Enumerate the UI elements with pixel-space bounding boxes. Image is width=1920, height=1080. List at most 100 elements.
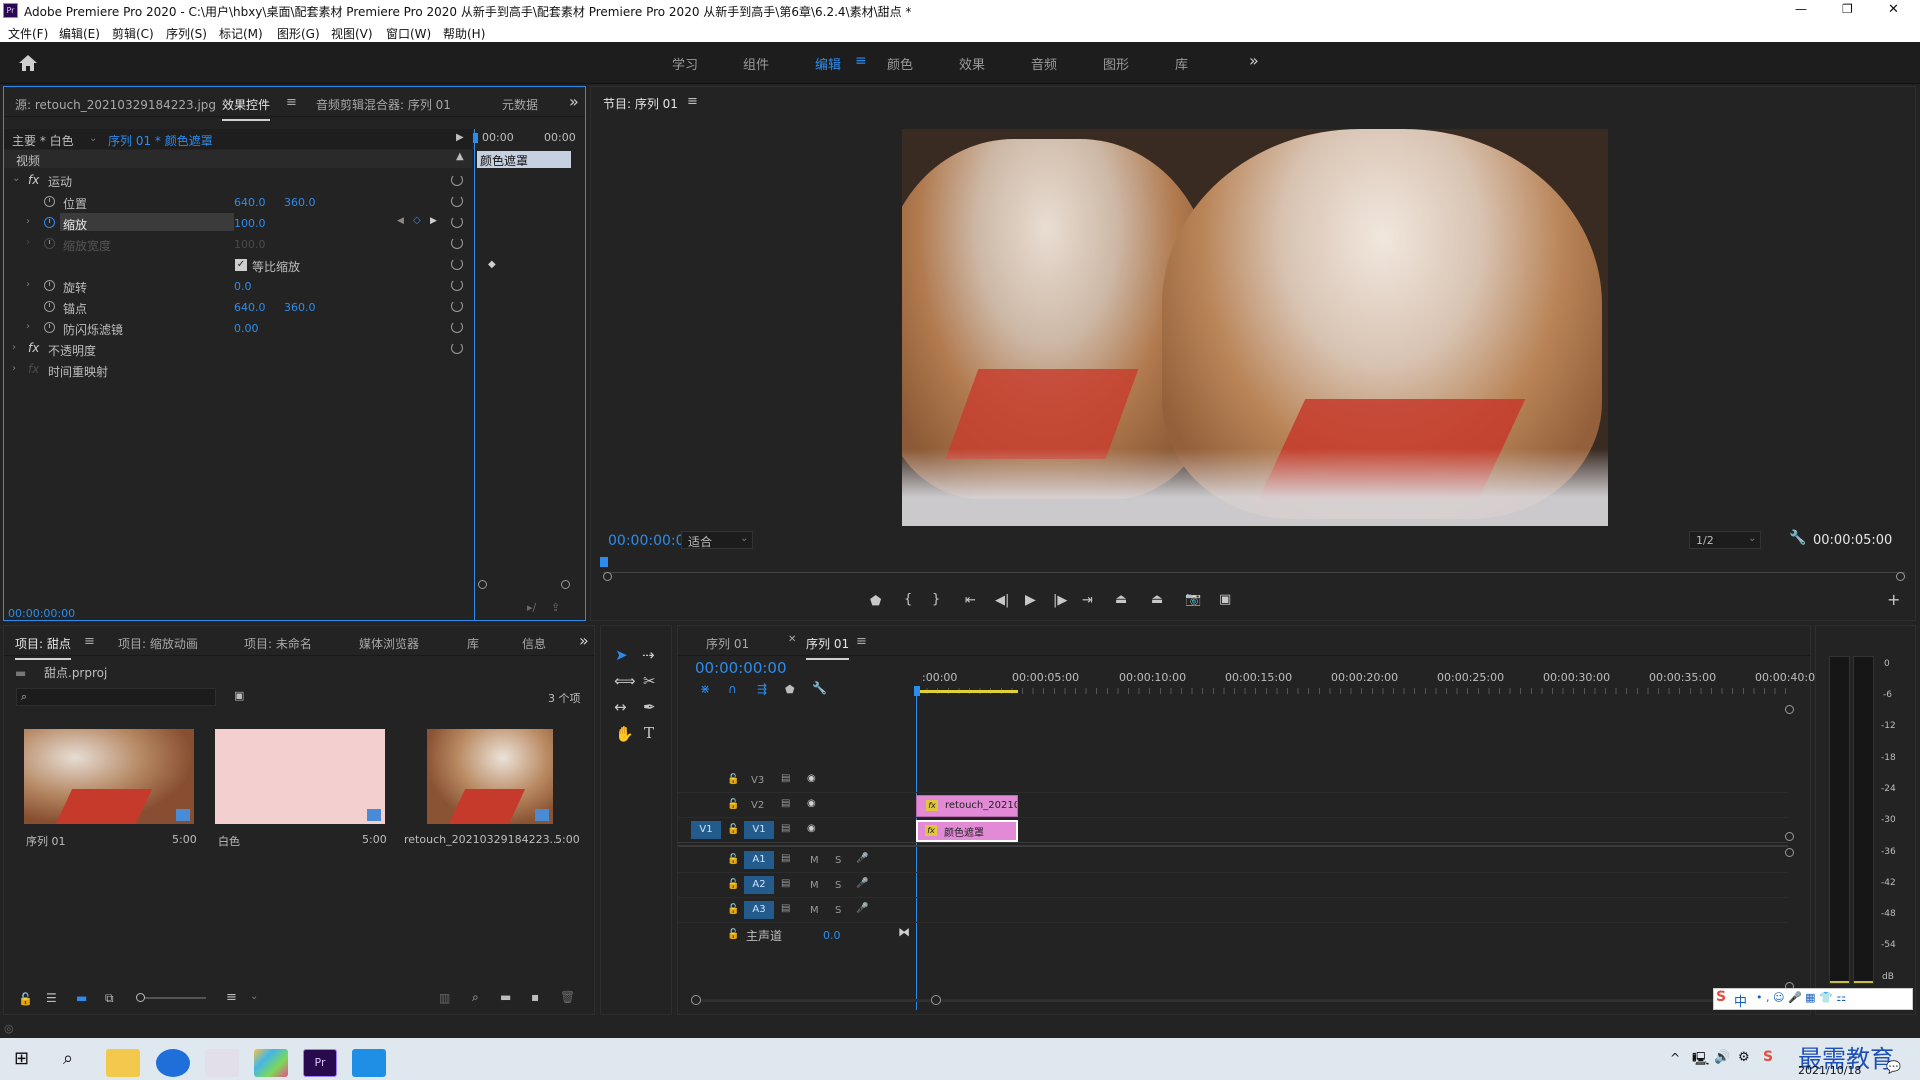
stopwatch-active-icon[interactable]	[44, 217, 55, 228]
tab-audio-mixer[interactable]: 音频剪辑混合器: 序列 01	[316, 96, 451, 113]
add-marker-icon[interactable]: ⬟	[785, 683, 795, 696]
workspace-learn[interactable]: 学习	[672, 54, 698, 73]
mini-clip-bar[interactable]: 颜色遮罩	[477, 151, 571, 168]
program-video-frame[interactable]	[902, 129, 1608, 526]
play-icon[interactable]: ▶	[1025, 592, 1036, 608]
sogou-logo-icon[interactable]: S	[1716, 989, 1726, 1005]
search-icon[interactable]: ⌕	[63, 1048, 73, 1069]
resolution-dropdown[interactable]: 1/2 ⌄	[1689, 531, 1761, 549]
network-icon[interactable]: 🖳	[1692, 1050, 1709, 1072]
collapse-up-icon[interactable]: ▲	[456, 151, 464, 162]
program-scrubber[interactable]	[600, 557, 1905, 573]
timeline-playhead[interactable]	[914, 686, 920, 696]
microphone-icon[interactable]: 🎤	[856, 878, 868, 889]
reset-icon[interactable]	[451, 279, 463, 291]
track-v1-label[interactable]: V1	[744, 821, 774, 839]
program-title[interactable]: 节目: 序列 01	[603, 95, 678, 112]
maximize-button[interactable]: ❐	[1842, 2, 1853, 16]
go-to-out-icon[interactable]: ⇥	[1082, 593, 1093, 608]
video-audio-divider[interactable]	[678, 845, 1788, 847]
workspace-libraries[interactable]: 库	[1175, 54, 1188, 73]
effect-timecode[interactable]: 00:00:00:00	[8, 607, 75, 620]
work-area-bar[interactable]	[916, 690, 1018, 693]
volume-icon[interactable]: 🔊	[1714, 1050, 1730, 1065]
mark-in-icon[interactable]: {	[904, 592, 912, 607]
tab-sequence-b[interactable]: 序列 01	[806, 635, 850, 660]
chevron-right-icon[interactable]: ›	[12, 342, 16, 353]
close-tab-icon[interactable]: ✕	[788, 634, 796, 645]
wrench-icon[interactable]: 🔧	[812, 681, 827, 695]
clip-v2[interactable]: fx retouch_2021032	[916, 795, 1018, 817]
menu-marker[interactable]: 标记(M)	[219, 25, 263, 42]
tab-project-untitled[interactable]: 项目: 未命名	[244, 635, 312, 652]
add-marker-icon[interactable]: ⬟	[870, 594, 881, 609]
source-patch-v1[interactable]: V1	[691, 821, 721, 839]
add-button-icon[interactable]: +	[1887, 590, 1900, 609]
program-playhead[interactable]	[600, 557, 608, 567]
menu-view[interactable]: 视图(V)	[331, 25, 373, 42]
chevron-right-icon[interactable]: ›	[26, 279, 30, 290]
workspace-assembly[interactable]: 组件	[743, 54, 769, 73]
stopwatch-icon[interactable]	[44, 301, 55, 312]
menu-window[interactable]: 窗口(W)	[386, 25, 431, 42]
sync-lock-icon[interactable]: ▤	[781, 903, 790, 914]
stopwatch-icon[interactable]	[44, 322, 55, 333]
play-clip-icon[interactable]: ▶	[456, 132, 464, 143]
menu-edit[interactable]: 编辑(E)	[59, 25, 100, 42]
windows-start-icon[interactable]: ⊞	[14, 1048, 29, 1069]
master-track-value[interactable]: 0.0	[823, 929, 841, 942]
premiere-taskbar-icon[interactable]: Pr	[303, 1049, 337, 1077]
scale-value[interactable]: 100.0	[234, 217, 266, 230]
find-icon[interactable]: ⌕	[472, 990, 479, 1005]
fx-badge[interactable]: fx	[28, 173, 39, 187]
tab-menu-icon[interactable]: ≡	[856, 634, 867, 649]
keyframe-icon[interactable]: ◆	[488, 259, 496, 270]
chevron-down-icon[interactable]: ⌄	[250, 991, 258, 1002]
time-ruler[interactable]: :00:00 00:00:05:00 00:00:10:00 00:00:15:…	[916, 668, 1822, 694]
scroll-handle-right[interactable]	[1896, 572, 1905, 581]
hand-tool-icon[interactable]: ✋	[615, 725, 634, 743]
insert-nest-icon[interactable]: ⋇	[700, 682, 710, 696]
lock-icon[interactable]: 🔓	[727, 904, 739, 915]
linked-select-icon[interactable]: ⇶	[757, 682, 767, 696]
reset-icon[interactable]	[451, 237, 463, 249]
tab-libraries[interactable]: 库	[467, 635, 479, 652]
extract-icon[interactable]: ⏏	[1151, 592, 1163, 607]
mark-out-icon[interactable]: }	[932, 592, 940, 607]
sync-lock-icon[interactable]: ▤	[781, 773, 790, 784]
reset-icon[interactable]	[451, 174, 463, 186]
ime-mode[interactable]: 中	[1734, 991, 1747, 1010]
eye-icon[interactable]: ◉	[807, 798, 816, 809]
tab-project-zoom[interactable]: 项目: 缩放动画	[118, 635, 198, 652]
solo-button[interactable]: S	[835, 905, 841, 916]
menu-clip[interactable]: 剪辑(C)	[112, 25, 154, 42]
filter-icon[interactable]: ▸/	[527, 601, 536, 614]
photo-app-icon[interactable]	[254, 1049, 288, 1077]
reset-icon[interactable]	[451, 216, 463, 228]
ime-tools-icon[interactable]: • , ☺ 🎤 ▦ 👕 ⚏	[1756, 991, 1846, 1004]
mini-scroll-left[interactable]	[478, 580, 487, 589]
automate-icon[interactable]: ▥	[439, 991, 450, 1005]
sync-lock-icon[interactable]: ▤	[781, 823, 790, 834]
tray-chevron-icon[interactable]: ^	[1670, 1051, 1680, 1065]
pen-tool-icon[interactable]: ✒	[643, 698, 656, 716]
track-select-tool-icon[interactable]: ⇢	[642, 646, 655, 664]
workspace-more-icon[interactable]: »	[1249, 51, 1259, 70]
tab-metadata[interactable]: 元数据	[502, 96, 538, 113]
microphone-icon[interactable]: 🎤	[856, 903, 868, 914]
app-swirl-icon[interactable]	[205, 1049, 239, 1077]
tab-effect-controls[interactable]: 效果控件	[222, 96, 271, 121]
lock-icon[interactable]: 🔓	[727, 929, 739, 940]
project-item-image[interactable]	[427, 729, 553, 824]
workspace-color[interactable]: 颜色	[887, 54, 913, 73]
tab-project-dessert[interactable]: 项目: 甜点	[15, 635, 71, 660]
uniform-scale-checkbox[interactable]: ✓	[235, 259, 247, 271]
new-bin-from-search-icon[interactable]: ▣	[234, 689, 244, 702]
panel-overflow-icon[interactable]: »	[569, 92, 579, 111]
tab-menu-icon[interactable]: ≡	[84, 634, 95, 649]
new-item-icon[interactable]: ▪	[531, 990, 539, 1004]
workspace-editing[interactable]: 编辑	[815, 54, 841, 73]
lock-icon[interactable]: 🔓	[727, 774, 739, 785]
stopwatch-icon[interactable]	[44, 280, 55, 291]
sync-lock-icon[interactable]: ▤	[781, 878, 790, 889]
